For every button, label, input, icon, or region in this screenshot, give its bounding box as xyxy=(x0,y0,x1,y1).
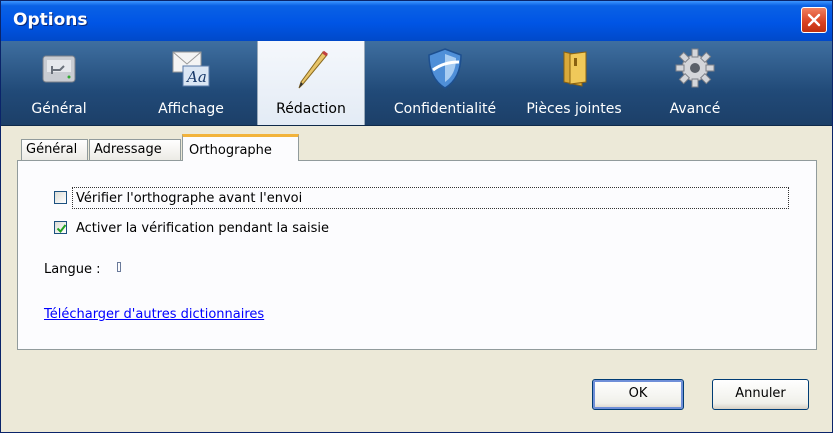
pane-pieces-jointes[interactable]: Pièces jointes xyxy=(521,41,627,125)
pane-general[interactable]: Général xyxy=(9,41,109,125)
options-dialog: Options Général Aa Affichage Rédaction C… xyxy=(0,0,833,433)
ok-button[interactable]: OK xyxy=(592,379,684,410)
pane-avance[interactable]: Avancé xyxy=(649,41,741,125)
pane-confidentialite[interactable]: Confidentialité xyxy=(387,41,503,125)
checkmark-icon xyxy=(56,224,67,234)
pane-confidentialite-label: Confidentialité xyxy=(393,101,497,117)
pane-redaction[interactable]: Rédaction xyxy=(257,41,365,125)
close-icon xyxy=(807,13,821,27)
tab-panel-orthographe: Vérifier l'orthographe avant l'envoi Act… xyxy=(17,160,817,350)
pane-selector: Général Aa Affichage Rédaction Confident… xyxy=(1,41,832,126)
svg-text:Aa: Aa xyxy=(185,68,207,86)
pane-general-label: Général xyxy=(31,101,87,117)
check-while-typing-checkbox[interactable] xyxy=(54,221,67,234)
language-select[interactable] xyxy=(116,262,121,272)
language-label: Langue : xyxy=(44,262,101,277)
tab-general[interactable]: Général xyxy=(21,139,88,160)
tab-adressage-label: Adressage xyxy=(94,142,162,157)
gear-icon xyxy=(675,48,715,88)
folder-icon xyxy=(563,51,587,87)
download-dictionaries-link[interactable]: Télécharger d'autres dictionnaires xyxy=(44,307,264,322)
drive-icon xyxy=(42,55,76,83)
tab-orthographe-label: Orthographe xyxy=(189,143,272,158)
display-font-icon: Aa xyxy=(172,51,210,87)
tab-orthographe[interactable]: Orthographe xyxy=(182,134,299,161)
pane-affichage-label: Affichage xyxy=(158,101,224,117)
shield-icon xyxy=(428,48,462,89)
pane-content: Général Adressage Orthographe Vérifier l… xyxy=(11,134,824,351)
window-title: Options xyxy=(13,10,88,30)
cancel-button[interactable]: Annuler xyxy=(712,379,809,410)
close-button[interactable] xyxy=(801,7,827,33)
language-row: Langue : xyxy=(44,260,121,280)
ok-button-label: OK xyxy=(628,386,648,401)
cancel-button-label: Annuler xyxy=(735,386,786,401)
check-before-send-checkbox[interactable] xyxy=(54,191,67,204)
pane-affichage[interactable]: Aa Affichage xyxy=(141,41,241,125)
title-bar[interactable]: Options xyxy=(1,1,832,41)
check-while-typing-label[interactable]: Activer la vérification pendant la saisi… xyxy=(76,219,329,239)
pane-pieces-jointes-label: Pièces jointes xyxy=(526,101,622,117)
tab-general-label: Général xyxy=(26,142,78,157)
tab-adressage[interactable]: Adressage xyxy=(89,139,181,160)
pane-avance-label: Avancé xyxy=(669,101,721,117)
focus-rectangle xyxy=(72,187,789,209)
pane-redaction-label: Rédaction xyxy=(276,101,346,117)
pencil-icon xyxy=(298,50,328,89)
